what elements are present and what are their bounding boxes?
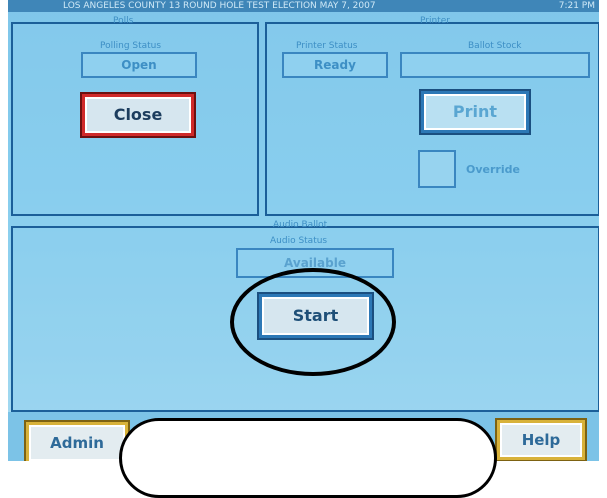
voting-machine-screen: LOS ANGELES COUNTY 13 ROUND HOLE TEST EL… xyxy=(8,0,599,461)
printer-legend: Printer xyxy=(420,16,450,26)
polling-status-caption: Polling Status xyxy=(100,41,162,51)
ballot-stock-field xyxy=(400,52,590,78)
close-polls-button[interactable]: Close xyxy=(85,97,191,133)
callout-bubble xyxy=(119,418,497,498)
audio-ballot-legend: Audio Ballot xyxy=(273,220,328,230)
election-title: LOS ANGELES COUNTY 13 ROUND HOLE TEST EL… xyxy=(63,1,376,11)
title-bar: LOS ANGELES COUNTY 13 ROUND HOLE TEST EL… xyxy=(8,0,599,12)
admin-button[interactable]: Admin xyxy=(29,425,125,461)
printer-status-caption: Printer Status xyxy=(296,41,358,51)
ballot-stock-caption: Ballot Stock xyxy=(468,41,522,51)
polls-legend: Polls xyxy=(113,16,134,26)
help-button[interactable]: Help xyxy=(500,423,582,457)
printer-status-field: Ready xyxy=(282,52,388,78)
override-label: Override xyxy=(466,163,520,176)
clock: 7:21 PM xyxy=(558,1,595,11)
polling-status-field: Open xyxy=(81,52,197,78)
audio-status-caption: Audio Status xyxy=(270,236,328,246)
override-checkbox[interactable] xyxy=(418,150,456,188)
print-button[interactable]: Print xyxy=(424,94,526,130)
highlight-circle xyxy=(230,268,396,376)
